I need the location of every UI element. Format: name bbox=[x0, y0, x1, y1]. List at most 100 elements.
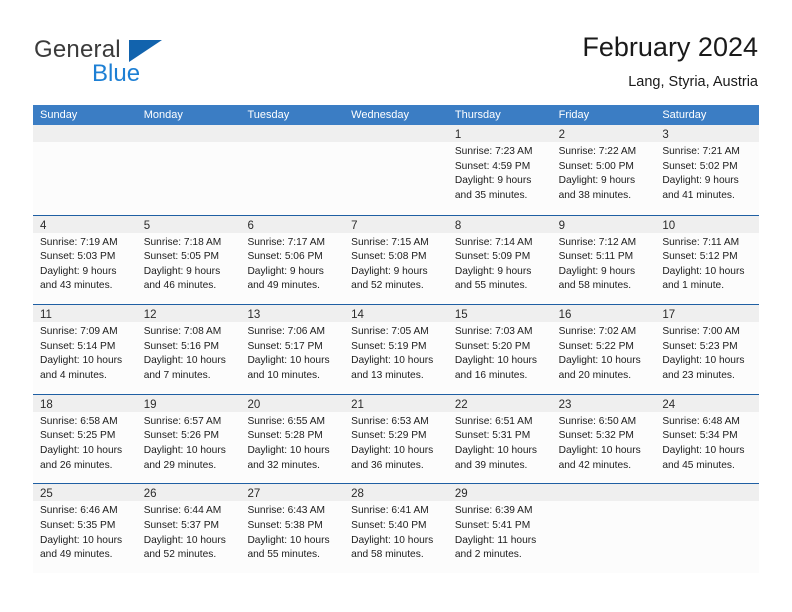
sunset-text: Sunset: 5:35 PM bbox=[40, 519, 116, 531]
sunrise-text: Sunrise: 7:22 AM bbox=[558, 146, 637, 157]
calendar-day-cell[interactable]: 8 Sunrise: 7:14 AM Sunset: 5:09 PM Daylight… bbox=[447, 215, 552, 305]
calendar-day-cell[interactable]: 26 Sunrise: 6:44 AM Sunset: 5:37 PM Dayligh… bbox=[136, 484, 241, 573]
day-number-strip: 23 bbox=[551, 394, 656, 412]
sunset-text: Sunset: 5:09 PM bbox=[454, 251, 531, 263]
calendar-day-cell[interactable]: 21 Sunrise: 6:53 AM Sunset: 5:29 PM Dayligh… bbox=[344, 394, 448, 484]
calendar-day-cell[interactable]: 12 Sunrise: 7:08 AM Sunset: 5:16 PM Dayligh… bbox=[136, 305, 241, 394]
daylight-text-line2: and 55 minutes. bbox=[247, 549, 320, 561]
page-header: General Blue February 2024 Lang, Styria,… bbox=[0, 0, 792, 100]
dow-friday: Friday bbox=[558, 109, 590, 121]
sunrise-text: Sunrise: 7:05 AM bbox=[351, 326, 429, 338]
calendar-day-cell[interactable]: 22 Sunrise: 6:51 AM Sunset: 5:31 PM Dayligh… bbox=[447, 394, 552, 484]
day-number: 22 bbox=[454, 398, 468, 411]
day-number-strip: 5 bbox=[136, 215, 241, 233]
daylight-text-line1: Daylight: 10 hours bbox=[247, 534, 330, 546]
daylight-text-line2: and 45 minutes. bbox=[662, 459, 735, 471]
day-details: Sunrise: 7:03 AM Sunset: 5:20 PM Daylight:… bbox=[448, 322, 552, 383]
calendar-day-empty bbox=[655, 484, 760, 573]
day-number-strip: 10 bbox=[655, 215, 760, 233]
dow-thursday: Thursday bbox=[454, 109, 501, 121]
sunrise-text: Sunrise: 7:17 AM bbox=[247, 236, 326, 248]
daylight-text-line1: Daylight: 10 hours bbox=[40, 444, 123, 456]
sunset-text: Sunset: 5:06 PM bbox=[247, 251, 323, 263]
day-number: 27 bbox=[247, 488, 261, 501]
calendar-day-cell[interactable]: 14 Sunrise: 7:05 AM Sunset: 5:19 PM Dayligh… bbox=[344, 305, 448, 394]
calendar-day-cell[interactable]: 1 Sunrise: 7:23 AM Sunset: 4:59 PM Daylight… bbox=[447, 125, 552, 215]
sunrise-text: Sunrise: 7:03 AM bbox=[454, 326, 533, 338]
day-number-strip: 17 bbox=[655, 305, 760, 323]
calendar-day-cell[interactable]: 6 Sunrise: 7:17 AM Sunset: 5:06 PM Daylight… bbox=[240, 215, 345, 305]
day-details: Sunrise: 7:19 AM Sunset: 5:03 PM Daylight:… bbox=[33, 233, 137, 294]
calendar-day-cell[interactable]: 24 Sunrise: 6:48 AM Sunset: 5:34 PM Dayligh… bbox=[655, 394, 760, 484]
day-details: Sunrise: 7:08 AM Sunset: 5:16 PM Daylight:… bbox=[137, 322, 241, 383]
sunset-text: Sunset: 5:23 PM bbox=[662, 340, 738, 352]
daylight-text-line2: and 43 minutes. bbox=[40, 280, 113, 292]
calendar-day-cell[interactable]: 29 Sunrise: 6:39 AM Sunset: 5:41 PM Dayligh… bbox=[447, 484, 552, 573]
daylight-text-line2: and 32 minutes. bbox=[247, 459, 320, 471]
sunrise-text: Sunrise: 6:53 AM bbox=[351, 415, 429, 427]
sunset-text: Sunset: 5:26 PM bbox=[143, 430, 220, 442]
dow-tuesday: Tuesday bbox=[247, 109, 290, 121]
general-blue-logo[interactable]: General Blue bbox=[34, 36, 234, 94]
calendar-day-cell[interactable]: 17 Sunrise: 7:00 AM Sunset: 5:23 PM Dayligh… bbox=[655, 305, 760, 394]
day-number-strip: 12 bbox=[136, 305, 241, 323]
day-details: Sunrise: 7:09 AM Sunset: 5:14 PM Daylight:… bbox=[33, 322, 137, 383]
day-number-strip: 20 bbox=[240, 394, 345, 412]
calendar-page: General Blue February 2024 Lang, Styria,… bbox=[0, 0, 792, 612]
calendar-day-cell[interactable]: 23 Sunrise: 6:50 AM Sunset: 5:32 PM Dayligh… bbox=[551, 394, 656, 484]
day-details: Sunrise: 7:06 AM Sunset: 5:17 PM Daylight:… bbox=[240, 322, 344, 383]
day-details: Sunrise: 6:57 AM Sunset: 5:26 PM Daylight:… bbox=[137, 412, 241, 473]
sunrise-text: Sunrise: 7:08 AM bbox=[143, 326, 222, 338]
day-number-strip: 26 bbox=[136, 484, 241, 502]
day-details: Sunrise: 7:00 AM Sunset: 5:23 PM Daylight:… bbox=[655, 322, 759, 383]
day-details: Sunrise: 7:18 AM Sunset: 5:05 PM Daylight:… bbox=[137, 233, 241, 294]
calendar-day-cell[interactable]: 4 Sunrise: 7:19 AM Sunset: 5:03 PM Daylight… bbox=[33, 215, 137, 305]
calendar-day-cell[interactable]: 3 Sunrise: 7:21 AM Sunset: 5:02 PM Daylight… bbox=[655, 125, 760, 215]
calendar-day-cell[interactable]: 15 Sunrise: 7:03 AM Sunset: 5:20 PM Dayligh… bbox=[447, 305, 552, 394]
daylight-text-line1: Daylight: 9 hours bbox=[40, 265, 117, 277]
calendar-day-cell[interactable]: 28 Sunrise: 6:41 AM Sunset: 5:40 PM Dayligh… bbox=[344, 484, 448, 573]
day-details: Sunrise: 7:11 AM Sunset: 5:12 PM Daylight:… bbox=[655, 233, 759, 294]
daylight-text-line1: Daylight: 10 hours bbox=[143, 355, 226, 367]
day-details: Sunrise: 6:48 AM Sunset: 5:34 PM Daylight:… bbox=[655, 412, 759, 473]
daylight-text-line1: Daylight: 10 hours bbox=[351, 534, 434, 546]
sunrise-text: Sunrise: 7:12 AM bbox=[558, 236, 637, 248]
sunrise-text: Sunrise: 7:23 AM bbox=[454, 146, 533, 157]
page-subtitle: Lang, Styria, Austria bbox=[628, 74, 758, 90]
sunset-text: Sunset: 5:03 PM bbox=[40, 251, 116, 263]
daylight-text-line2: and 55 minutes. bbox=[454, 280, 528, 292]
day-number: 4 bbox=[40, 219, 47, 232]
sunset-text: Sunset: 5:34 PM bbox=[662, 430, 738, 442]
calendar-day-cell[interactable]: 7 Sunrise: 7:15 AM Sunset: 5:08 PM Daylight… bbox=[344, 215, 448, 305]
calendar-day-empty bbox=[136, 125, 241, 215]
calendar-day-cell[interactable]: 2 Sunrise: 7:22 AM Sunset: 5:00 PM Daylight… bbox=[551, 125, 656, 215]
day-details: Sunrise: 7:15 AM Sunset: 5:08 PM Daylight:… bbox=[344, 233, 448, 294]
day-number: 24 bbox=[662, 398, 676, 411]
dow-monday: Monday bbox=[143, 109, 183, 121]
day-number-strip: 2 bbox=[551, 125, 656, 142]
calendar-day-cell[interactable]: 5 Sunrise: 7:18 AM Sunset: 5:05 PM Daylight… bbox=[136, 215, 241, 305]
calendar-day-cell[interactable]: 9 Sunrise: 7:12 AM Sunset: 5:11 PM Daylight… bbox=[551, 215, 656, 305]
calendar-day-cell[interactable]: 20 Sunrise: 6:55 AM Sunset: 5:28 PM Dayligh… bbox=[240, 394, 345, 484]
day-number: 2 bbox=[558, 129, 565, 141]
blue-triangle-flag-icon bbox=[129, 40, 162, 62]
calendar-day-cell[interactable]: 10 Sunrise: 7:11 AM Sunset: 5:12 PM Dayligh… bbox=[655, 215, 760, 305]
dow-wednesday: Wednesday bbox=[351, 109, 410, 121]
day-details: Sunrise: 7:17 AM Sunset: 5:06 PM Daylight:… bbox=[240, 233, 344, 294]
sunrise-text: Sunrise: 7:14 AM bbox=[454, 236, 533, 248]
daylight-text-line2: and 35 minutes. bbox=[454, 189, 528, 201]
sunset-text: Sunset: 5:00 PM bbox=[558, 160, 634, 172]
sunset-text: Sunset: 5:02 PM bbox=[662, 160, 738, 172]
logo-text-blue: Blue bbox=[92, 60, 141, 87]
calendar-day-cell[interactable]: 16 Sunrise: 7:02 AM Sunset: 5:22 PM Dayligh… bbox=[551, 305, 656, 394]
calendar-day-cell[interactable]: 27 Sunrise: 6:43 AM Sunset: 5:38 PM Dayligh… bbox=[240, 484, 345, 573]
calendar-day-cell[interactable]: 25 Sunrise: 6:46 AM Sunset: 5:35 PM Dayligh… bbox=[33, 484, 137, 573]
day-number-strip: 14 bbox=[344, 305, 448, 323]
calendar-weeks: 1 Sunrise: 7:23 AM Sunset: 4:59 PM Daylight… bbox=[33, 125, 760, 573]
calendar-day-cell[interactable]: 13 Sunrise: 7:06 AM Sunset: 5:17 PM Dayligh… bbox=[240, 305, 345, 394]
calendar-day-cell[interactable]: 18 Sunrise: 6:58 AM Sunset: 5:25 PM Dayligh… bbox=[33, 394, 137, 484]
calendar-grid: Sunday Monday Tuesday Wednesday Thursday… bbox=[33, 105, 760, 573]
calendar-day-cell[interactable]: 11 Sunrise: 7:09 AM Sunset: 5:14 PM Dayligh… bbox=[33, 305, 137, 394]
day-number: 10 bbox=[662, 219, 676, 232]
calendar-day-cell[interactable]: 19 Sunrise: 6:57 AM Sunset: 5:26 PM Dayligh… bbox=[136, 394, 241, 484]
